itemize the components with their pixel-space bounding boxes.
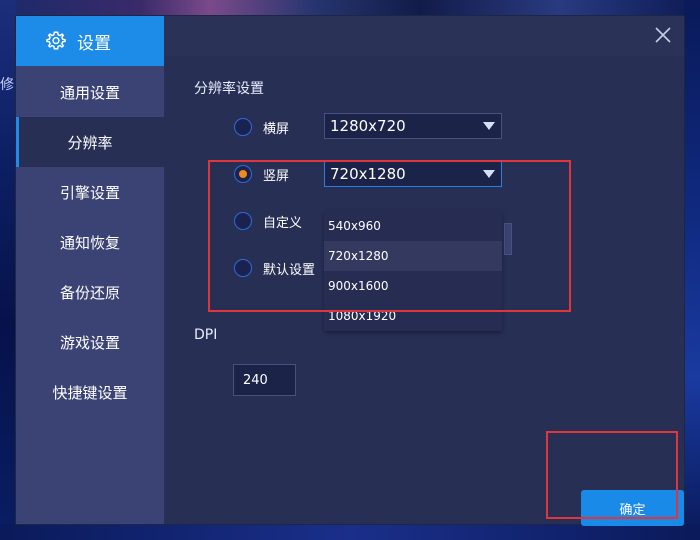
sidebar-item-resolution[interactable]: 分辨率 xyxy=(16,117,164,167)
landscape-label: 横屏 xyxy=(263,121,290,137)
highlight-box-resolution xyxy=(208,160,571,312)
sidebar-item-game-settings[interactable]: 游戏设置 xyxy=(16,317,164,367)
sidebar-item-notification-restore[interactable]: 通知恢复 xyxy=(16,217,164,267)
close-icon[interactable] xyxy=(654,26,672,44)
section-title: 分辨率设置 xyxy=(194,81,264,97)
dpi-label: DPI xyxy=(194,327,218,343)
sidebar-item-general[interactable]: 通用设置 xyxy=(16,67,164,117)
sidebar-item-shortcuts[interactable]: 快捷键设置 xyxy=(16,367,164,417)
game-background-right xyxy=(684,0,700,540)
dpi-input[interactable]: 240 xyxy=(233,364,296,396)
sidebar-item-engine[interactable]: 引擎设置 xyxy=(16,167,164,217)
sidebar-header: 设置 xyxy=(16,16,164,66)
dialog-title: 设置 xyxy=(77,33,111,54)
settings-sidebar: 设置 通用设置 分辨率 引擎设置 通知恢复 备份还原 游戏设置 快捷键设置 xyxy=(16,16,164,524)
dialog-topbar xyxy=(164,16,684,56)
highlight-box-confirm xyxy=(546,431,678,519)
sidebar-item-backup-restore[interactable]: 备份还原 xyxy=(16,267,164,317)
background-text: 修 xyxy=(0,77,14,93)
chevron-down-icon xyxy=(483,122,495,130)
game-background-bottom xyxy=(0,524,700,540)
landscape-resolution-value: 1280x720 xyxy=(330,117,406,135)
landscape-option: 横屏 xyxy=(234,115,289,139)
landscape-resolution-select[interactable]: 1280x720 xyxy=(324,113,502,139)
gear-icon xyxy=(46,31,66,50)
landscape-radio[interactable] xyxy=(234,118,252,136)
